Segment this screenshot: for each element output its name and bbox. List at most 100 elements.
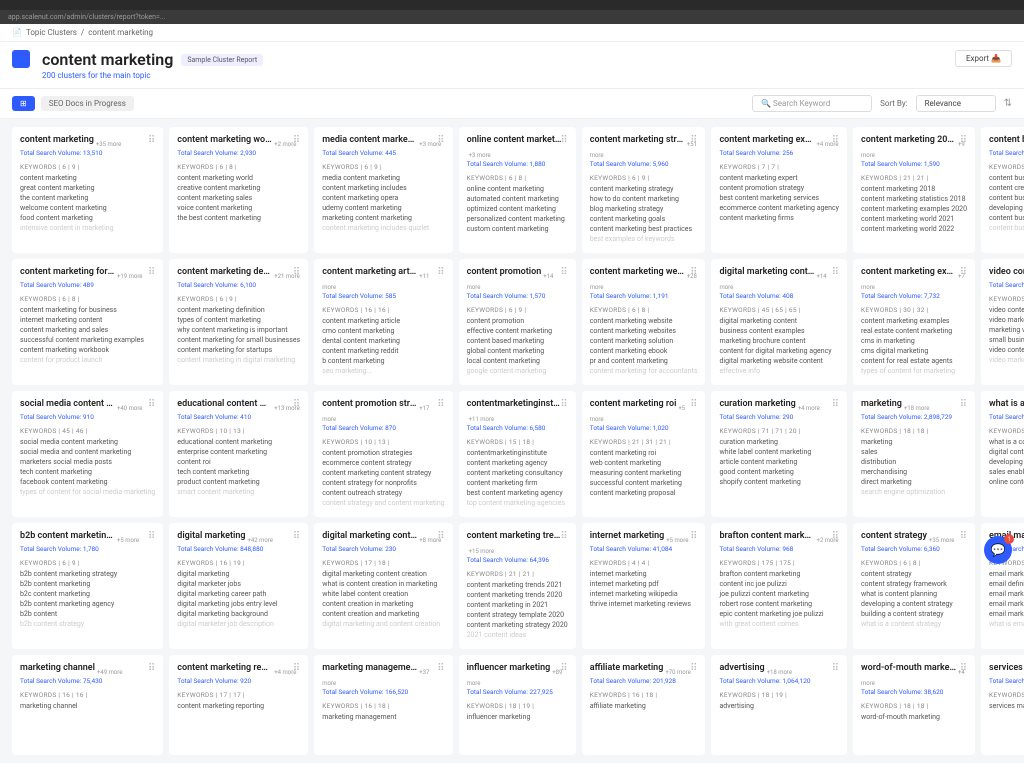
card-menu-icon[interactable]: ⠿ [690,267,697,278]
card-menu-icon[interactable]: ⠿ [437,531,444,542]
card-menu-icon[interactable]: ⠿ [560,135,567,146]
cluster-card[interactable]: ⠿ content marketing strate...+51 more To… [582,127,706,253]
cluster-card[interactable]: ⠿ content marketing for bu...+19 more To… [12,259,163,385]
card-menu-icon[interactable]: ⠿ [148,267,155,278]
card-menu-icon[interactable]: ⠿ [832,663,839,674]
card-keywords-label: KEYWORDS | 45 | 46 | [20,427,155,435]
card-menu-icon[interactable]: ⠿ [560,399,567,410]
keyword-item: email marketing tools [989,590,1024,598]
cluster-card[interactable]: ⠿ word-of-mouth marketing+4 more Total S… [853,655,975,755]
card-menu-icon[interactable]: ⠿ [148,399,155,410]
keyword-item-faded: top content marketing agencies [467,499,568,507]
card-menu-icon[interactable]: ⠿ [293,267,300,278]
cluster-card[interactable]: ⠿ content marketing roi+5 more Total Sea… [582,391,706,517]
cluster-card[interactable]: ⠿ digital marketing content+14 more Tota… [711,259,847,385]
cluster-card[interactable]: ⠿ online content marketing+3 more Total … [459,127,576,253]
cluster-card[interactable]: ⠿ content marketing exam...+7 more Total… [853,259,975,385]
cluster-card[interactable]: ⠿ services marketing+5 more Total Search… [981,655,1024,755]
keyword-item: content marketing for small businesses [177,336,300,344]
cluster-card[interactable]: ⠿ affiliate marketing+70 more Total Sear… [582,655,706,755]
cluster-card[interactable]: ⠿ content marketing repor...+4 more Tota… [169,655,308,755]
cluster-card[interactable]: ⠿ marketing+18 more Total Search Volume:… [853,391,975,517]
export-button[interactable]: Export 📥 [955,50,1012,67]
card-menu-icon[interactable]: ⠿ [832,267,839,278]
cluster-card[interactable]: ⠿ curation marketing+4 more Total Search… [711,391,847,517]
keyword-item-faded: what is email marketing [989,620,1024,628]
keyword-item: why content marketing is important [177,326,300,334]
controls-bar: ⊞ SEO Docs in Progress 🔍 Search Keyword … [0,89,1024,119]
cluster-card[interactable]: ⠿ content marketing world+2 more Total S… [169,127,308,253]
cluster-card[interactable]: ⠿ content strategy+35 more Total Search … [853,523,975,649]
card-menu-icon[interactable]: ⠿ [960,663,967,674]
cluster-card[interactable]: ⠿ educational content mar...+13 more Tot… [169,391,308,517]
cluster-card[interactable]: ⠿ content marketing trend...+15 more Tot… [459,523,576,649]
card-menu-icon[interactable]: ⠿ [560,267,567,278]
cluster-card[interactable]: ⠿ content business+2 more Total Search V… [981,127,1024,253]
search-input[interactable]: 🔍 Search Keyword [752,95,872,112]
cluster-card[interactable]: ⠿ what is a content market...+15 more To… [981,391,1024,517]
card-menu-icon[interactable]: ⠿ [437,267,444,278]
cluster-card[interactable]: ⠿ digital marketing conten...+8 more Tot… [314,523,452,649]
cluster-card[interactable]: ⠿ b2b content marketing s...+5 more Tota… [12,523,163,649]
cluster-card[interactable]: ⠿ content marketing websi...+28 more Tot… [582,259,706,385]
keyword-item: cms in marketing [861,337,967,345]
card-keywords-label: KEYWORDS | 10 | 13 | [177,427,300,435]
card-count: +70 more [665,669,690,676]
card-menu-icon[interactable]: ⠿ [832,135,839,146]
card-menu-icon[interactable]: ⠿ [832,531,839,542]
cluster-card[interactable]: ⠿ marketing channel+49 more Total Search… [12,655,163,755]
card-menu-icon[interactable]: ⠿ [437,135,444,146]
keyword-item-faded: digital marketing and content creation [322,620,444,628]
cluster-card[interactable]: ⠿ marketing management+37 more Total Sea… [314,655,452,755]
card-menu-icon[interactable]: ⠿ [690,663,697,674]
sort-select[interactable]: Relevance [916,95,996,112]
cluster-card[interactable]: ⠿ contentmarketinginstitute+11 more Tota… [459,391,576,517]
card-menu-icon[interactable]: ⠿ [690,531,697,542]
card-menu-icon[interactable]: ⠿ [293,399,300,410]
chat-widget[interactable]: 💬1 [984,536,1012,564]
cluster-card[interactable]: ⠿ content marketing+35 more Total Search… [12,127,163,253]
card-menu-icon[interactable]: ⠿ [293,531,300,542]
card-menu-icon[interactable]: ⠿ [960,531,967,542]
card-menu-icon[interactable]: ⠿ [437,399,444,410]
card-volume: Total Search Volume: 870 [322,424,444,432]
cluster-card[interactable]: ⠿ content promotion strat...+17 more Tot… [314,391,452,517]
card-menu-icon[interactable]: ⠿ [690,135,697,146]
card-menu-icon[interactable]: ⠿ [832,399,839,410]
cluster-card[interactable]: ⠿ media content marketing+3 more Total S… [314,127,452,253]
keyword-item: good content marketing [719,468,839,476]
card-menu-icon[interactable]: ⠿ [560,531,567,542]
cluster-card[interactable]: ⠿ content marketing expert+4 more Total … [711,127,847,253]
card-count: +19 more [117,273,142,280]
cluster-card[interactable]: ⠿ content marketing 2018+9 more Total Se… [853,127,975,253]
card-menu-icon[interactable]: ⠿ [148,135,155,146]
card-menu-icon[interactable]: ⠿ [960,267,967,278]
card-menu-icon[interactable]: ⠿ [437,663,444,674]
card-menu-icon[interactable]: ⠿ [293,135,300,146]
app-logo[interactable] [12,50,30,68]
keyword-item-faded: seo marketing... [322,367,444,375]
cluster-card[interactable]: ⠿ brafton content marketing+2 more Total… [711,523,847,649]
url-text: app.scalenut.com/admin/clusters/report?t… [8,13,165,21]
grid-view-button[interactable]: ⊞ [12,96,35,111]
cluster-card[interactable]: ⠿ advertising+18 more Total Search Volum… [711,655,847,755]
card-menu-icon[interactable]: ⠿ [960,399,967,410]
list-view-button[interactable]: SEO Docs in Progress [41,96,134,111]
cluster-card[interactable]: ⠿ content marketing defini...+21 more To… [169,259,308,385]
breadcrumb-section[interactable]: Topic Clusters [26,28,77,37]
card-menu-icon[interactable]: ⠿ [293,663,300,674]
cluster-card[interactable]: ⠿ video content marketing+17 more Total … [981,259,1024,385]
card-menu-icon[interactable]: ⠿ [148,531,155,542]
sort-arrows[interactable]: ⇅ [1004,98,1012,109]
cluster-card[interactable]: ⠿ digital marketing+42 more Total Search… [169,523,308,649]
cluster-card[interactable]: ⠿ content marketing article+11 more Tota… [314,259,452,385]
card-menu-icon[interactable]: ⠿ [560,663,567,674]
card-menu-icon[interactable]: ⠿ [690,399,697,410]
cluster-card[interactable]: ⠿ social media content ma...+40 more Tot… [12,391,163,517]
cluster-card[interactable]: ⠿ content promotion+14 more Total Search… [459,259,576,385]
card-menu-icon[interactable]: ⠿ [960,135,967,146]
cluster-card[interactable]: ⠿ internet marketing+5 more Total Search… [582,523,706,649]
card-menu-icon[interactable]: ⠿ [148,663,155,674]
keyword-item: developing a content marketing strategy [989,458,1024,466]
cluster-card[interactable]: ⠿ influencer marketing+89 more Total Sea… [459,655,576,755]
